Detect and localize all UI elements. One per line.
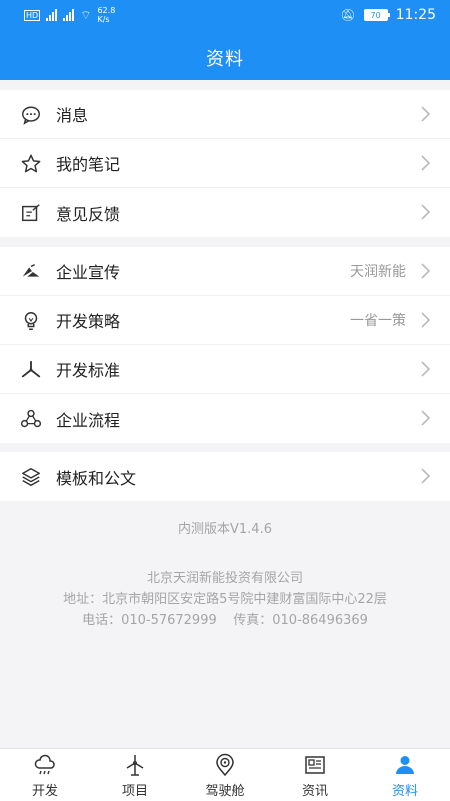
chevron-right-icon: [421, 263, 431, 279]
chevron-right-icon: [421, 312, 431, 328]
menu-item-standards[interactable]: 开发标准: [0, 345, 450, 394]
menu-item-templates[interactable]: 模板和公文: [0, 452, 450, 501]
menu-item-promotion[interactable]: 企业宣传 天润新能: [0, 247, 450, 296]
menu-item-strategy[interactable]: 开发策略 一省一策: [0, 296, 450, 345]
news-icon: [305, 756, 325, 774]
tab-label: 资讯: [301, 784, 328, 799]
version-text: 内测版本V1.4.6: [178, 522, 272, 537]
chevron-right-icon: [421, 204, 431, 220]
menu-item-notes[interactable]: 我的笔记: [0, 139, 450, 188]
menu-item-label: 我的笔记: [56, 155, 121, 174]
mute-icon: 🔕︎: [340, 8, 356, 22]
menu-item-process[interactable]: 企业流程: [0, 394, 450, 443]
company-contact: 电话：010-57672999 传真：010-86496369: [82, 613, 368, 628]
app-header: HD ⌔ 62.8 K/s 🔕︎ 70 11:25 资料: [0, 0, 450, 80]
status-bar: HD ⌔ 62.8 K/s 🔕︎ 70 11:25: [0, 0, 450, 30]
tab-develop[interactable]: 开发: [0, 749, 90, 801]
menu-item-messages[interactable]: 消息: [0, 90, 450, 139]
tab-profile[interactable]: 资料: [360, 749, 450, 801]
message-icon: [22, 106, 40, 125]
company-name: 北京天润新能投资有限公司: [146, 571, 303, 586]
menu-item-label: 企业宣传: [56, 263, 121, 282]
cockpit-icon: [216, 753, 234, 777]
star-icon: [21, 154, 41, 173]
tab-news[interactable]: 资讯: [270, 749, 360, 801]
chevron-right-icon: [421, 155, 431, 171]
tab-label: 项目: [121, 784, 148, 799]
menu-item-label: 企业流程: [56, 410, 121, 430]
menu-item-value: 天润新能: [350, 264, 406, 280]
menu-item-label: 模板和公文: [56, 468, 137, 488]
menu-item-label: 开发标准: [56, 361, 121, 380]
cloud-icon: [34, 754, 55, 775]
tab-label: 资料: [391, 784, 418, 799]
feedback-icon: [22, 204, 40, 222]
user-icon: [396, 756, 414, 774]
network-speed: 62.8 K/s: [97, 6, 116, 24]
chevron-right-icon: [421, 106, 431, 122]
tab-label: 开发: [31, 784, 58, 799]
menu-group-company: 企业宣传 天润新能 开发策略 一省一策 开发标准 企业流程: [0, 247, 450, 443]
battery-level: 70: [370, 10, 381, 20]
menu-group-documents: 模板和公文: [0, 452, 450, 501]
bottom-tab-bar: 开发 项目 驾驶舱 资讯 资料: [0, 748, 450, 801]
status-right: 🔕︎ 70 11:25: [340, 7, 436, 23]
menu-item-label: 消息: [56, 106, 89, 125]
wind-turbine-icon: [21, 360, 41, 378]
hd-tag: HD: [24, 9, 41, 21]
status-left: HD ⌔ 62.8 K/s: [24, 6, 121, 24]
chevron-right-icon: [421, 361, 431, 377]
battery-icon: 70: [363, 9, 390, 21]
chevron-right-icon: [421, 468, 431, 484]
menu-item-label: 开发策略: [56, 312, 121, 331]
menu-group-personal: 消息 我的笔记 意见反馈: [0, 90, 450, 237]
chevron-right-icon: [421, 410, 431, 426]
company-address: 地址：北京市朝阳区安定路5号院中建财富国际中心22层: [63, 592, 387, 607]
signal-icon: [46, 9, 58, 21]
layers-icon: [22, 468, 40, 487]
menu-item-value: 一省一策: [350, 313, 406, 329]
lightbulb-icon: [24, 312, 38, 330]
company-logo-icon: [22, 264, 40, 277]
tab-cockpit[interactable]: 驾驶舱: [180, 749, 270, 801]
page-title: 资料: [206, 49, 244, 70]
flow-icon: [20, 409, 42, 428]
tab-label: 驾驶舱: [205, 784, 245, 799]
signal-icon-2: [63, 9, 75, 21]
wifi-icon: ⌔: [80, 7, 92, 22]
tab-projects[interactable]: 项目: [90, 749, 180, 801]
menu-item-feedback[interactable]: 意见反馈: [0, 188, 450, 237]
menu-item-label: 意见反馈: [56, 204, 121, 224]
status-time: 11:25: [395, 7, 436, 23]
turbine-icon: [126, 755, 144, 776]
